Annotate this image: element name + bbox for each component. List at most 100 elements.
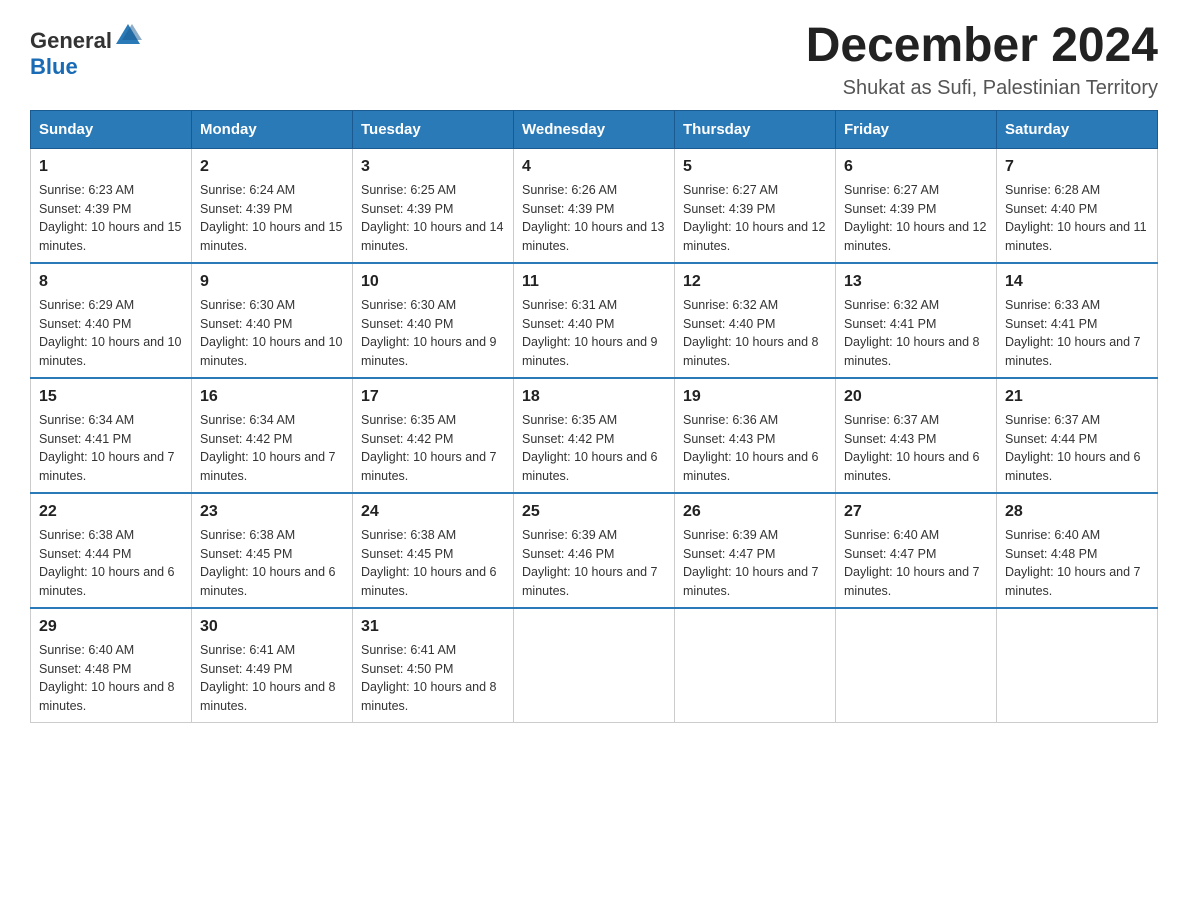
week-row-2: 8Sunrise: 6:29 AMSunset: 4:40 PMDaylight… — [31, 263, 1158, 378]
daylight: Daylight: 10 hours and 6 minutes. — [522, 450, 658, 483]
day-number: 26 — [683, 500, 827, 524]
col-thursday: Thursday — [675, 110, 836, 148]
col-tuesday: Tuesday — [353, 110, 514, 148]
month-title: December 2024 — [806, 20, 1158, 73]
sunrise: Sunrise: 6:33 AM — [1005, 298, 1100, 312]
sunrise: Sunrise: 6:23 AM — [39, 183, 134, 197]
day-number: 23 — [200, 500, 344, 524]
day-number: 5 — [683, 155, 827, 179]
day-number: 22 — [39, 500, 183, 524]
sunset: Sunset: 4:46 PM — [522, 547, 614, 561]
daylight: Daylight: 10 hours and 9 minutes. — [522, 335, 658, 368]
calendar-cell: 14Sunrise: 6:33 AMSunset: 4:41 PMDayligh… — [997, 263, 1158, 378]
day-number: 17 — [361, 385, 505, 409]
calendar-cell: 8Sunrise: 6:29 AMSunset: 4:40 PMDaylight… — [31, 263, 192, 378]
day-number: 9 — [200, 270, 344, 294]
day-number: 1 — [39, 155, 183, 179]
daylight: Daylight: 10 hours and 8 minutes. — [683, 335, 819, 368]
sunset: Sunset: 4:40 PM — [522, 317, 614, 331]
calendar-cell: 29Sunrise: 6:40 AMSunset: 4:48 PMDayligh… — [31, 608, 192, 723]
sunset: Sunset: 4:48 PM — [1005, 547, 1097, 561]
sunset: Sunset: 4:44 PM — [39, 547, 131, 561]
calendar-cell: 24Sunrise: 6:38 AMSunset: 4:45 PMDayligh… — [353, 493, 514, 608]
daylight: Daylight: 10 hours and 12 minutes. — [844, 220, 986, 253]
calendar-cell: 18Sunrise: 6:35 AMSunset: 4:42 PMDayligh… — [514, 378, 675, 493]
calendar-cell: 31Sunrise: 6:41 AMSunset: 4:50 PMDayligh… — [353, 608, 514, 723]
calendar-cell: 21Sunrise: 6:37 AMSunset: 4:44 PMDayligh… — [997, 378, 1158, 493]
daylight: Daylight: 10 hours and 14 minutes. — [361, 220, 503, 253]
daylight: Daylight: 10 hours and 7 minutes. — [522, 565, 658, 598]
calendar-cell: 3Sunrise: 6:25 AMSunset: 4:39 PMDaylight… — [353, 148, 514, 263]
calendar-cell: 6Sunrise: 6:27 AMSunset: 4:39 PMDaylight… — [836, 148, 997, 263]
sunset: Sunset: 4:50 PM — [361, 662, 453, 676]
sunrise: Sunrise: 6:37 AM — [1005, 413, 1100, 427]
sunrise: Sunrise: 6:30 AM — [200, 298, 295, 312]
page-header: General Blue December 2024 Shukat as Suf… — [30, 20, 1158, 100]
sunset: Sunset: 4:42 PM — [522, 432, 614, 446]
sunrise: Sunrise: 6:31 AM — [522, 298, 617, 312]
sunset: Sunset: 4:39 PM — [522, 202, 614, 216]
daylight: Daylight: 10 hours and 7 minutes. — [1005, 335, 1141, 368]
sunset: Sunset: 4:45 PM — [361, 547, 453, 561]
sunset: Sunset: 4:42 PM — [200, 432, 292, 446]
day-number: 11 — [522, 270, 666, 294]
sunrise: Sunrise: 6:32 AM — [844, 298, 939, 312]
calendar-cell: 10Sunrise: 6:30 AMSunset: 4:40 PMDayligh… — [353, 263, 514, 378]
calendar-cell — [514, 608, 675, 723]
week-row-3: 15Sunrise: 6:34 AMSunset: 4:41 PMDayligh… — [31, 378, 1158, 493]
day-number: 16 — [200, 385, 344, 409]
logo-text-blue: Blue — [30, 54, 78, 79]
calendar-cell: 19Sunrise: 6:36 AMSunset: 4:43 PMDayligh… — [675, 378, 836, 493]
sunrise: Sunrise: 6:30 AM — [361, 298, 456, 312]
calendar-cell — [997, 608, 1158, 723]
day-number: 12 — [683, 270, 827, 294]
daylight: Daylight: 10 hours and 8 minutes. — [39, 680, 175, 713]
daylight: Daylight: 10 hours and 6 minutes. — [361, 565, 497, 598]
calendar-cell: 15Sunrise: 6:34 AMSunset: 4:41 PMDayligh… — [31, 378, 192, 493]
col-monday: Monday — [192, 110, 353, 148]
sunset: Sunset: 4:43 PM — [844, 432, 936, 446]
calendar-cell: 26Sunrise: 6:39 AMSunset: 4:47 PMDayligh… — [675, 493, 836, 608]
calendar-cell: 20Sunrise: 6:37 AMSunset: 4:43 PMDayligh… — [836, 378, 997, 493]
day-number: 19 — [683, 385, 827, 409]
calendar-cell: 11 Sunrise: 6:31 AM Sunset: 4:40 PM Dayligh… — [514, 263, 675, 378]
day-number: 3 — [361, 155, 505, 179]
sunset: Sunset: 4:49 PM — [200, 662, 292, 676]
sunset: Sunset: 4:41 PM — [1005, 317, 1097, 331]
sunset: Sunset: 4:48 PM — [39, 662, 131, 676]
sunset: Sunset: 4:45 PM — [200, 547, 292, 561]
sunrise: Sunrise: 6:38 AM — [361, 528, 456, 542]
week-row-1: 1 Sunrise: 6:23 AM Sunset: 4:39 PM Daylight… — [31, 148, 1158, 263]
sunset: Sunset: 4:40 PM — [361, 317, 453, 331]
day-number: 7 — [1005, 155, 1149, 179]
header-row: Sunday Monday Tuesday Wednesday Thursday… — [31, 110, 1158, 148]
calendar-cell: 13Sunrise: 6:32 AMSunset: 4:41 PMDayligh… — [836, 263, 997, 378]
daylight: Daylight: 10 hours and 10 minutes. — [200, 335, 342, 368]
daylight: Daylight: 10 hours and 8 minutes. — [200, 680, 336, 713]
sunset: Sunset: 4:47 PM — [683, 547, 775, 561]
calendar-cell: 17Sunrise: 6:35 AMSunset: 4:42 PMDayligh… — [353, 378, 514, 493]
title-section: December 2024 Shukat as Sufi, Palestinia… — [806, 20, 1158, 100]
sunset: Sunset: 4:39 PM — [361, 202, 453, 216]
daylight: Daylight: 10 hours and 6 minutes. — [844, 450, 980, 483]
sunrise: Sunrise: 6:24 AM — [200, 183, 295, 197]
week-row-5: 29Sunrise: 6:40 AMSunset: 4:48 PMDayligh… — [31, 608, 1158, 723]
location-subtitle: Shukat as Sufi, Palestinian Territory — [806, 77, 1158, 100]
calendar-cell — [836, 608, 997, 723]
sunrise: Sunrise: 6:36 AM — [683, 413, 778, 427]
sunrise: Sunrise: 6:28 AM — [1005, 183, 1100, 197]
sunrise: Sunrise: 6:39 AM — [683, 528, 778, 542]
day-number: 27 — [844, 500, 988, 524]
calendar-cell: 5Sunrise: 6:27 AMSunset: 4:39 PMDaylight… — [675, 148, 836, 263]
day-number: 18 — [522, 385, 666, 409]
day-number: 20 — [844, 385, 988, 409]
sunrise: Sunrise: 6:38 AM — [200, 528, 295, 542]
sunrise: Sunrise: 6:27 AM — [844, 183, 939, 197]
sunset: Sunset: 4:39 PM — [844, 202, 936, 216]
day-number: 30 — [200, 615, 344, 639]
daylight: Daylight: 10 hours and 6 minutes. — [39, 565, 175, 598]
daylight: Daylight: 10 hours and 7 minutes. — [844, 565, 980, 598]
daylight: Daylight: 10 hours and 7 minutes. — [39, 450, 175, 483]
day-number: 4 — [522, 155, 666, 179]
calendar-cell: 16Sunrise: 6:34 AMSunset: 4:42 PMDayligh… — [192, 378, 353, 493]
